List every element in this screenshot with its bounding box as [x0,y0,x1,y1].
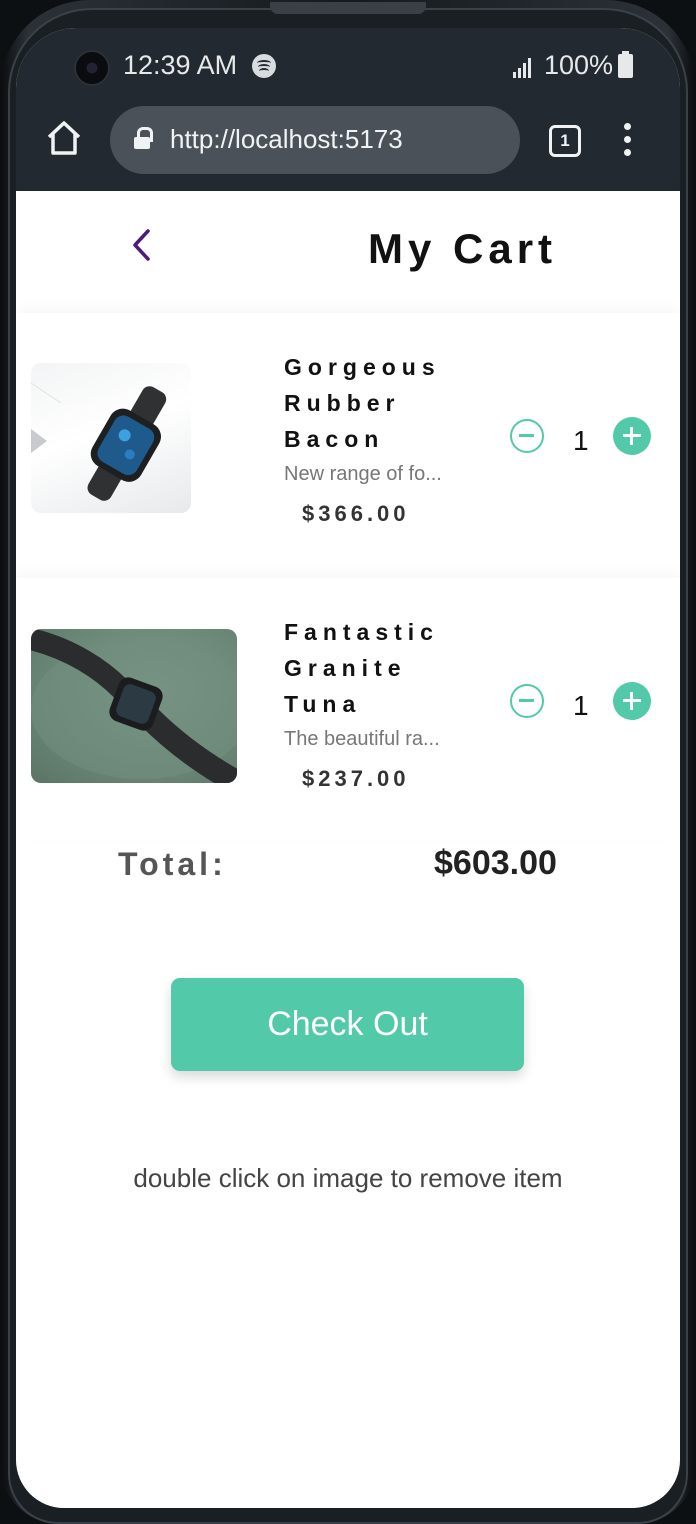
product-price: $366.00 [302,501,410,526]
phone-speaker [270,2,426,14]
product-image[interactable] [31,629,237,783]
quantity-value: 1 [573,425,589,456]
total-label: Total: [118,846,227,882]
cart-header: My Cart [16,191,680,313]
status-time: 12:39 AM [123,50,238,80]
url-text: http://localhost:5173 [170,124,403,154]
page-title: My Cart [368,225,558,272]
url-bar[interactable]: http://localhost:5173 [110,106,520,174]
total-value: $603.00 [434,844,557,882]
lock-icon [134,127,153,149]
remove-hint: double click on image to remove item [133,1163,563,1193]
product-description: New range of fo... [284,463,442,485]
cart-item: Gorgeous Rubber Bacon New range of fo...… [16,313,680,575]
product-image[interactable] [31,363,191,513]
cart-item: Fantastic Granite Tuna The beautiful ra.… [16,578,680,840]
product-name: Gorgeous Rubber Bacon [284,354,441,452]
product-description: The beautiful ra... [284,728,440,750]
signal-icon [513,58,535,78]
tabs-icon[interactable]: 1 [549,125,581,157]
checkout-button[interactable]: Check Out [171,978,524,1071]
chevron-left-icon[interactable] [128,227,154,263]
quantity-value: 1 [573,690,589,721]
product-price: $237.00 [302,766,410,791]
camera-icon [74,50,110,86]
product-name: Fantastic Granite Tuna [284,619,439,717]
home-icon[interactable] [46,120,82,156]
browser-chrome: 12:39 AM 100% http://localhost:5173 1 [16,28,680,191]
decrease-quantity-button[interactable] [510,419,544,453]
more-vert-icon[interactable] [622,123,632,157]
phone-frame: 12:39 AM 100% http://localhost:5173 1 My… [0,0,696,1524]
spotify-icon [252,54,276,78]
increase-quantity-button[interactable] [613,682,651,720]
battery-percentage: 100% [544,50,614,80]
phone-screen: 12:39 AM 100% http://localhost:5173 1 My… [16,28,680,1508]
battery-icon [618,51,633,78]
increase-quantity-button[interactable] [613,417,651,455]
decrease-quantity-button[interactable] [510,684,544,718]
